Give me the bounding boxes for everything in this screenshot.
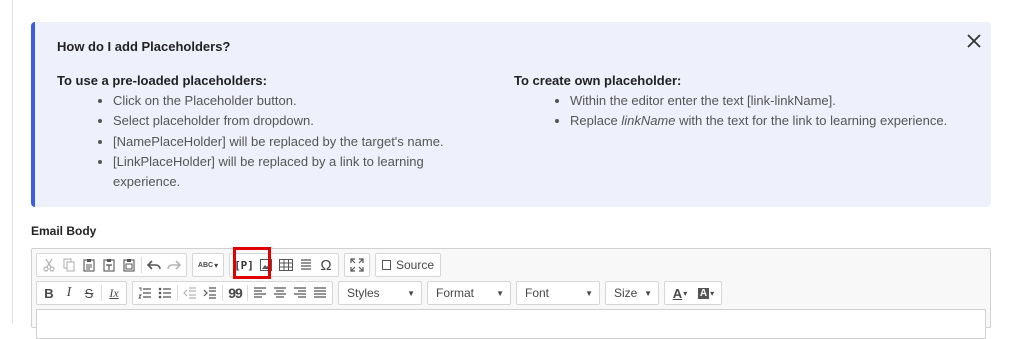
source-button[interactable]: Source <box>375 253 442 277</box>
decrease-indent-icon[interactable] <box>180 283 200 303</box>
spellcheck-label: ABC <box>197 261 214 269</box>
blockquote-icon[interactable]: 99 <box>225 283 245 303</box>
editor-content-area[interactable] <box>36 309 986 339</box>
chevron-down-icon: ▼ <box>585 288 593 298</box>
styles-dropdown[interactable]: Styles ▼ <box>338 281 422 305</box>
strikethrough-button[interactable]: S <box>79 283 99 303</box>
placeholder-label: [P] <box>234 258 254 272</box>
custom-list: Within the editor enter the text [link-l… <box>514 91 954 132</box>
separator <box>247 285 248 301</box>
align-justify-icon[interactable] <box>310 283 330 303</box>
size-label: Size <box>614 286 638 300</box>
chevron-down-icon: ▼ <box>407 288 415 298</box>
numbered-list-icon[interactable] <box>135 283 155 303</box>
separator <box>177 285 178 301</box>
background-color-icon: A <box>697 287 710 299</box>
insert-group: [P] Ω <box>229 253 339 277</box>
list-item: Replace linkName with the text for the l… <box>570 111 954 131</box>
paste-word-icon[interactable] <box>119 255 139 275</box>
list-item: Click on the Placeholder button. <box>113 91 497 111</box>
copy-icon[interactable] <box>59 255 79 275</box>
placeholder-button[interactable]: [P] <box>232 255 256 275</box>
redo-icon[interactable] <box>164 255 184 275</box>
image-icon[interactable] <box>256 255 276 275</box>
source-label: Source <box>396 258 435 272</box>
bold-button[interactable]: B <box>39 283 59 303</box>
paste-icon[interactable] <box>79 255 99 275</box>
align-right-icon[interactable] <box>290 283 310 303</box>
special-character-icon[interactable]: Ω <box>316 255 336 275</box>
paragraph-group: 99 <box>132 281 333 305</box>
spellcheck-icon[interactable]: ABC ▾ <box>195 255 221 275</box>
toolbar-row-1: ABC ▾ [P] Ω Source <box>36 252 442 278</box>
styles-label: Styles <box>347 286 380 300</box>
separator <box>222 285 223 301</box>
format-label: Format <box>436 286 475 300</box>
font-label: Font <box>525 286 550 300</box>
basic-styles-group: B I S Ix <box>36 281 127 305</box>
chevron-down-icon: ▾ <box>710 288 715 298</box>
help-title: How do I add Placeholders? <box>57 39 231 54</box>
spellcheck-group: ABC ▾ <box>192 253 224 277</box>
close-icon[interactable] <box>965 32 983 50</box>
text-color-icon: A <box>672 285 683 301</box>
cut-icon[interactable] <box>39 255 59 275</box>
source-icon <box>382 260 391 270</box>
custom-instructions: To create own placeholder: Within the ed… <box>514 73 954 132</box>
list-item: Select placeholder from dropdown. <box>113 111 497 131</box>
bulleted-list-icon[interactable] <box>155 283 175 303</box>
emphasis-linkname: linkName <box>621 113 676 129</box>
text-fragment: Replace <box>570 113 622 129</box>
paste-text-icon[interactable] <box>99 255 119 275</box>
remove-format-button[interactable]: Ix <box>104 283 124 303</box>
preloaded-list: Click on the Placeholder button. Select … <box>57 91 497 192</box>
toolbar-row-2: B I S Ix 99 Styles ▼ Format ▼ Font ▼ Siz… <box>36 280 727 306</box>
maximize-group <box>344 253 370 277</box>
align-center-icon[interactable] <box>270 283 290 303</box>
horizontal-line-icon[interactable] <box>296 255 316 275</box>
align-left-icon[interactable] <box>250 283 270 303</box>
maximize-icon[interactable] <box>347 255 367 275</box>
text-fragment: with the text for the link to learning e… <box>675 113 948 129</box>
italic-button[interactable]: I <box>59 283 79 303</box>
list-item: [NamePlaceHolder] will be replaced by th… <box>113 132 497 152</box>
preloaded-instructions: To use a pre-loaded placeholders: Click … <box>57 73 497 192</box>
text-color-button[interactable]: A ▾ <box>667 283 693 303</box>
clipboard-group <box>36 253 187 277</box>
rich-text-editor: ABC ▾ [P] Ω Source B I S Ix 99 Styles ▼ … <box>31 248 991 339</box>
email-body-label: Email Body <box>31 224 97 238</box>
color-group: A ▾ A ▾ <box>664 281 722 305</box>
undo-icon[interactable] <box>144 255 164 275</box>
background-color-button[interactable]: A ▾ <box>693 283 719 303</box>
format-dropdown[interactable]: Format ▼ <box>427 281 511 305</box>
placeholder-help-box: How do I add Placeholders? To use a pre-… <box>31 22 991 207</box>
separator <box>141 257 142 273</box>
list-item: Within the editor enter the text [link-l… <box>570 91 954 111</box>
omega-glyph: Ω <box>320 256 332 274</box>
table-icon[interactable] <box>276 255 296 275</box>
chevron-down-icon: ▾ <box>214 260 219 270</box>
page-left-border <box>12 0 13 324</box>
preloaded-heading: To use a pre-loaded placeholders: <box>57 73 267 88</box>
custom-heading: To create own placeholder: <box>514 73 682 88</box>
increase-indent-icon[interactable] <box>200 283 220 303</box>
chevron-down-icon: ▾ <box>683 288 688 298</box>
chevron-down-icon: ▼ <box>644 288 652 298</box>
font-dropdown[interactable]: Font ▼ <box>516 281 600 305</box>
size-dropdown[interactable]: Size ▼ <box>605 281 659 305</box>
chevron-down-icon: ▼ <box>496 288 504 298</box>
list-item: [LinkPlaceHolder] will be replaced by a … <box>113 152 497 193</box>
separator <box>101 285 102 301</box>
